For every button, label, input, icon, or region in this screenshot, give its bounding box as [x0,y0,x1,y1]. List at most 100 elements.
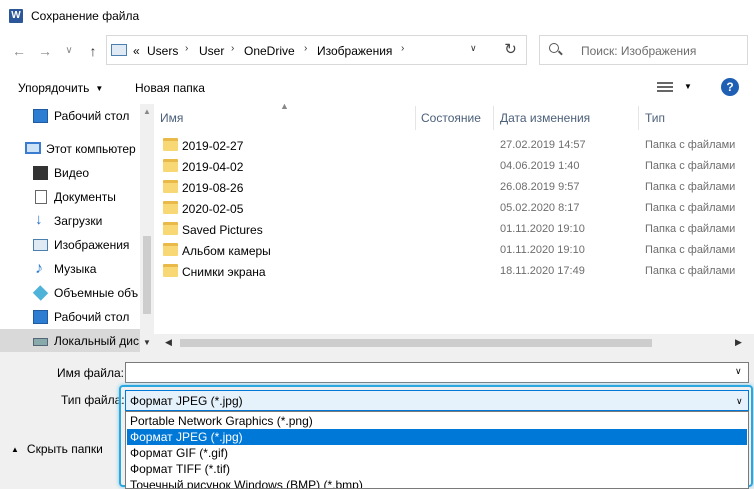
address-row: ← → ∨ ↑ « Users › User › OneDrive › Изоб… [0,32,754,72]
sidebar-item-label: Объемные объ [54,286,139,300]
address-bar[interactable]: « Users › User › OneDrive › Изображения … [106,35,527,65]
sidebar-item-label: Загрузки [54,214,103,228]
column-divider[interactable] [415,106,416,130]
word-app-icon: W [9,9,23,23]
3d-objects-icon [32,285,49,301]
column-divider[interactable] [638,106,639,130]
chevron-down-icon[interactable]: ∨ [735,366,742,377]
file-type: Папка с файлами [645,181,736,193]
file-type: Папка с файлами [645,223,736,235]
table-row[interactable]: 2019-08-26 26.08.2019 9:57 Папка с файла… [154,177,754,198]
pictures-location-icon [111,44,127,56]
address-dropdown-icon[interactable]: ∨ [470,43,477,54]
filetype-option-jpeg[interactable]: Формат JPEG (*.jpg) [127,429,747,445]
column-header-type[interactable]: Тип [645,111,665,125]
desktop-icon [33,109,48,123]
back-button[interactable]: ← [10,42,28,60]
filetype-dropdown-list[interactable]: Portable Network Graphics (*.png) Формат… [125,411,749,489]
file-type: Папка с файлами [645,139,736,151]
breadcrumb-users[interactable]: Users [147,44,178,58]
organize-button[interactable]: Упорядочить ▼ [18,81,103,95]
search-box[interactable]: Поиск: Изображения [539,35,748,65]
toolbar: Упорядочить ▼ Новая папка ▼ ? [0,72,754,104]
horizontal-scrollbar[interactable]: ◀ ▶ [154,334,754,352]
table-row[interactable]: Снимки экрана 18.11.2020 17:49 Папка с ф… [154,261,754,282]
filetype-option-png[interactable]: Portable Network Graphics (*.png) [127,413,747,429]
sidebar-item-documents[interactable]: Документы [0,185,140,209]
breadcrumb-onedrive[interactable]: OneDrive [244,44,295,58]
sidebar-item-videos[interactable]: Видео [0,161,140,185]
column-header-date[interactable]: Дата изменения [500,111,590,125]
table-row[interactable]: 2019-02-27 27.02.2019 14:57 Папка с файл… [154,135,754,156]
column-header-status[interactable]: Состояние [421,111,481,125]
file-name: 2019-08-26 [182,181,244,195]
file-name: Saved Pictures [182,223,263,237]
table-row[interactable]: 2020-02-05 05.02.2020 8:17 Папка с файла… [154,198,754,219]
navigation-scrollbar[interactable]: ▲ ▼ [140,104,154,352]
sidebar-item-desktop-2[interactable]: Рабочий стол [0,305,140,329]
column-divider[interactable] [493,106,494,130]
hide-folders-button[interactable]: ▲ Скрыть папки [11,442,103,456]
breadcrumb-user[interactable]: User [199,44,224,58]
chevron-up-icon: ▲ [11,445,19,454]
forward-button[interactable]: → [36,42,54,60]
breadcrumb-chevron-icon[interactable]: › [231,43,234,54]
refresh-button[interactable]: ↻ [495,35,527,65]
up-button[interactable]: ↑ [84,42,102,60]
file-date: 05.02.2020 8:17 [500,202,580,214]
breadcrumb-chevron-icon[interactable]: › [401,43,404,54]
file-name: Альбом камеры [182,244,271,258]
folder-icon [163,243,178,256]
video-icon [33,166,48,180]
chevron-down-icon[interactable]: ∨ [736,396,743,407]
organize-label: Упорядочить [18,81,90,95]
breadcrumb-chevron-icon[interactable]: › [304,43,307,54]
scroll-down-icon[interactable]: ▼ [143,338,151,347]
file-type: Папка с файлами [645,244,736,256]
filetype-option-gif[interactable]: Формат GIF (*.gif) [127,445,747,461]
breadcrumb-pictures[interactable]: Изображения [317,44,392,58]
desktop-icon [33,310,48,324]
table-row[interactable]: 2019-04-02 04.06.2019 1:40 Папка с файла… [154,156,754,177]
search-input[interactable]: Поиск: Изображения [581,44,696,58]
file-name: 2019-04-02 [182,160,244,174]
file-date: 01.11.2020 19:10 [500,244,585,256]
breadcrumb-chevron-icon[interactable]: › [185,43,188,54]
filetype-option-bmp[interactable]: Точечный рисунок Windows (BMP) (*.bmp) [127,477,747,488]
sidebar-item-3d-objects[interactable]: Объемные объ [0,281,140,305]
folder-icon [163,180,178,193]
filetype-option-tiff[interactable]: Формат TIFF (*.tif) [127,461,747,477]
scroll-left-icon[interactable]: ◀ [165,337,172,348]
sidebar-item-label: Документы [54,190,116,204]
file-date: 04.06.2019 1:40 [500,160,580,172]
scroll-up-icon[interactable]: ▲ [143,107,151,116]
view-options-icon[interactable] [657,82,673,94]
chevron-down-icon: ▼ [95,84,104,93]
file-name: Снимки экрана [182,265,266,279]
breadcrumb-overflow[interactable]: « [133,44,140,58]
filetype-select[interactable]: Формат JPEG (*.jpg) ∨ [125,390,749,411]
sidebar-item-desktop[interactable]: Рабочий стол [0,104,140,128]
sidebar-item-pictures[interactable]: Изображения [0,233,140,257]
table-row[interactable]: Альбом камеры 01.11.2020 19:10 Папка с ф… [154,240,754,261]
filetype-selected-value: Формат JPEG (*.jpg) [130,394,243,408]
sidebar-item-local-disk[interactable]: Локальный дис [0,329,140,352]
downloads-icon: ↓ [35,211,43,228]
sidebar-item-downloads[interactable]: ↓ Загрузки [0,209,140,233]
sidebar-item-this-pc[interactable]: Этот компьютер [0,137,140,161]
scroll-right-icon[interactable]: ▶ [735,337,742,348]
filename-label: Имя файла: [57,366,124,380]
table-row[interactable]: Saved Pictures 01.11.2020 19:10 Папка с … [154,219,754,240]
filetype-label: Тип файла: [61,393,125,407]
file-date: 01.11.2020 19:10 [500,223,585,235]
chevron-down-icon[interactable]: ▼ [684,82,692,91]
recent-locations-button[interactable]: ∨ [60,42,78,60]
title-bar: W Сохранение файла [0,0,754,32]
new-folder-button[interactable]: Новая папка [135,81,205,95]
help-icon[interactable]: ? [721,78,739,96]
scrollbar-thumb[interactable] [180,339,652,347]
scrollbar-thumb[interactable] [143,236,151,314]
column-header-name[interactable]: Имя [160,111,183,125]
filename-input[interactable] [125,362,749,383]
sidebar-item-music[interactable]: ♪ Музыка [0,257,140,281]
